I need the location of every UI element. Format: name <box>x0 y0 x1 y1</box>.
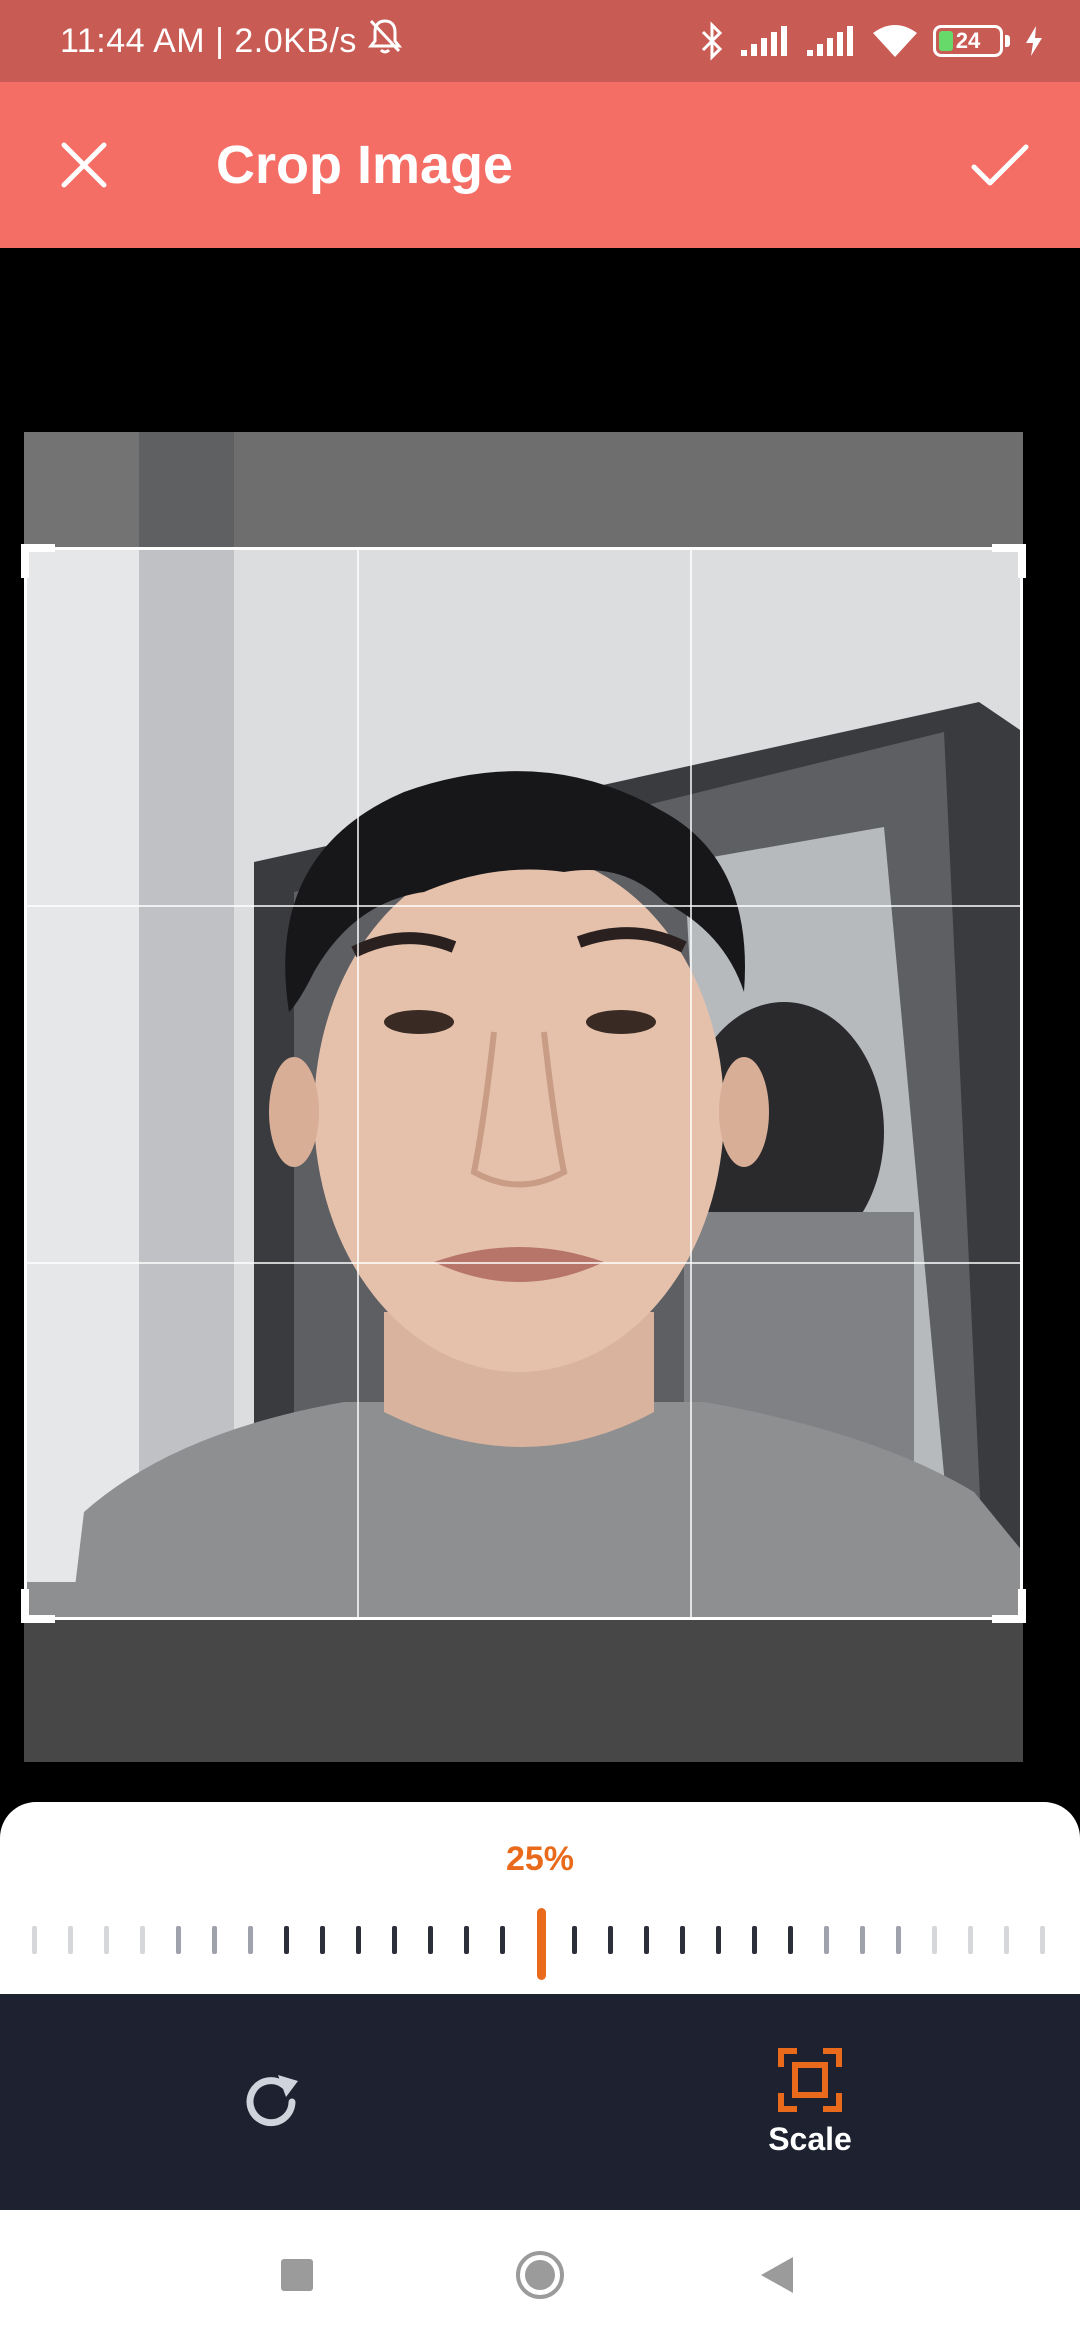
recents-button[interactable] <box>237 2210 357 2340</box>
ruler-tick <box>320 1926 325 1954</box>
nav-bar <box>0 2210 1080 2340</box>
app-bar: Crop Image <box>0 82 1080 248</box>
status-time-speed: 11:44 AM | 2.0KB/s <box>60 21 357 60</box>
crop-canvas[interactable] <box>0 248 1080 1804</box>
ruler-tick <box>140 1926 145 1954</box>
ruler-tick <box>32 1926 37 1954</box>
bell-off-icon <box>367 17 403 66</box>
grid-line <box>357 550 359 1617</box>
scale-value: 25% <box>505 1840 575 1878</box>
ruler-tick <box>788 1926 793 1954</box>
ruler-tick <box>500 1926 505 1954</box>
close-button[interactable] <box>0 82 168 248</box>
ruler-tick <box>428 1926 433 1954</box>
ruler-tick <box>860 1926 865 1954</box>
ruler-tick <box>356 1926 361 1954</box>
ruler-tick <box>464 1926 469 1954</box>
recents-square-icon <box>281 2259 313 2291</box>
ruler-tick <box>572 1926 577 1954</box>
scale-button[interactable]: Scale <box>710 1994 910 2210</box>
scale-ruler[interactable] <box>32 1908 1048 1980</box>
rotate-button[interactable] <box>171 1994 371 2210</box>
ruler-tick <box>968 1926 973 1954</box>
status-right: 24 <box>699 21 1044 61</box>
status-left: 11:44 AM | 2.0KB/s <box>60 17 403 66</box>
rotate-icon <box>246 2075 298 2127</box>
ruler-tick <box>680 1926 685 1954</box>
wifi-icon <box>871 23 919 59</box>
back-button[interactable] <box>717 2210 837 2340</box>
signal-icon <box>739 24 791 58</box>
page-title: Crop Image <box>216 135 514 195</box>
dim-overlay-top <box>24 432 1023 547</box>
battery-level: 24 <box>955 28 981 53</box>
ruler-tick <box>212 1926 217 1954</box>
ruler-tick <box>896 1926 901 1954</box>
ruler-tick <box>716 1926 721 1954</box>
ruler-tick <box>176 1926 181 1954</box>
crop-handle-top-left[interactable] <box>21 544 55 578</box>
ruler-tick <box>752 1926 757 1954</box>
scale-label: Scale <box>768 2120 852 2157</box>
grid-line <box>27 905 1020 907</box>
grid-line <box>690 550 692 1617</box>
ruler-tick <box>1040 1926 1045 1954</box>
ruler-tick <box>824 1926 829 1954</box>
grid-line <box>27 1262 1020 1264</box>
ruler-tick <box>248 1926 253 1954</box>
close-icon <box>61 142 107 188</box>
done-button[interactable] <box>920 82 1080 248</box>
home-button[interactable] <box>480 2210 600 2340</box>
ruler-tick <box>932 1926 937 1954</box>
ruler-tick <box>1004 1926 1009 1954</box>
crop-handle-top-right[interactable] <box>992 544 1026 578</box>
scale-indicator[interactable] <box>537 1908 546 1980</box>
scale-panel: 25% <box>0 1802 1080 1994</box>
crop-handle-bottom-right[interactable] <box>992 1589 1026 1623</box>
back-triangle-icon <box>761 2257 793 2293</box>
ruler-tick <box>284 1926 289 1954</box>
tool-bar: Scale <box>0 1994 1080 2210</box>
signal-icon <box>805 24 857 58</box>
crop-frame[interactable] <box>21 544 1026 1623</box>
charging-icon <box>1024 24 1044 58</box>
crop-handle-bottom-left[interactable] <box>21 1589 55 1623</box>
dim-overlay-bottom <box>24 1620 1023 1762</box>
status-bar: 11:44 AM | 2.0KB/s 24 <box>0 0 1080 82</box>
home-circle-icon <box>516 2251 564 2299</box>
ruler-tick <box>392 1926 397 1954</box>
check-icon <box>971 144 1029 186</box>
bluetooth-icon <box>699 21 725 61</box>
ruler-tick <box>68 1926 73 1954</box>
scale-icon <box>778 2047 842 2112</box>
ruler-tick <box>104 1926 109 1954</box>
battery-icon: 24 <box>933 25 1010 57</box>
ruler-tick <box>644 1926 649 1954</box>
ruler-tick <box>608 1926 613 1954</box>
